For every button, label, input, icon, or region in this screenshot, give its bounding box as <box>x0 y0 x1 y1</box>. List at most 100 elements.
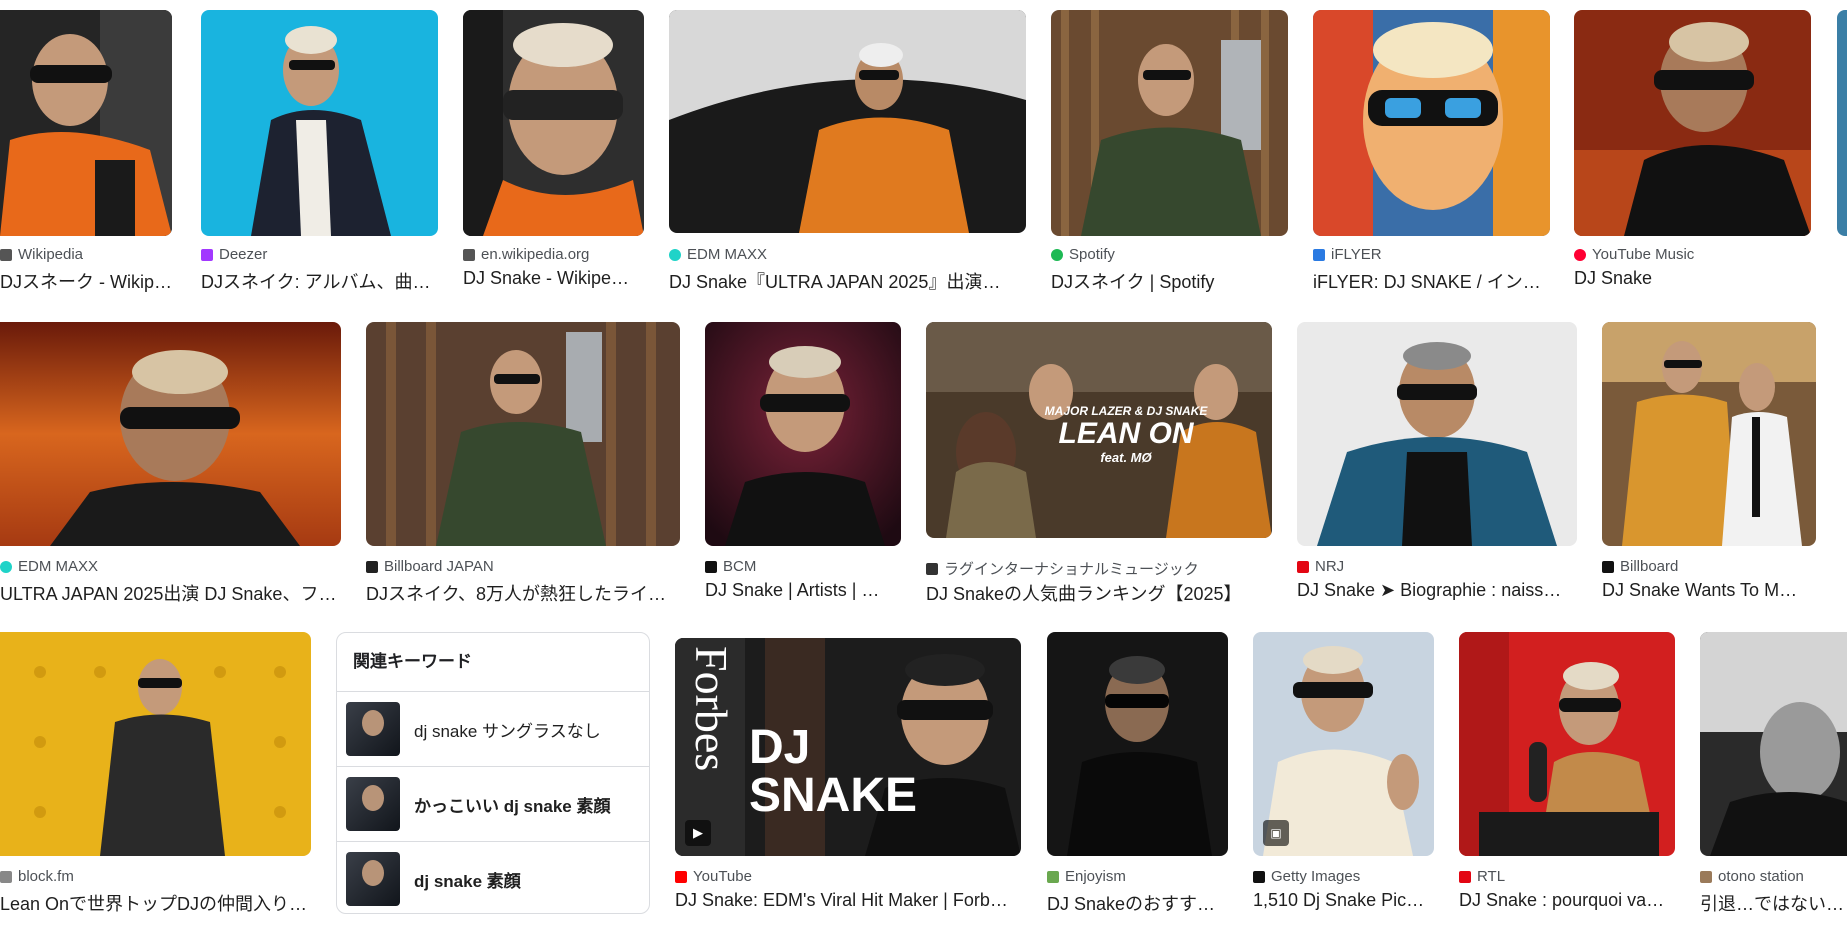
play-icon[interactable]: ▶ <box>685 820 711 846</box>
result-source: Wikipedia <box>0 246 83 263</box>
result-title[interactable]: DJ Snake : pourquoi va… <box>1459 890 1675 911</box>
result-title[interactable]: DJ Snake: EDM's Viral Hit Maker | Forb… <box>675 890 1021 911</box>
block-fm-icon <box>0 870 12 883</box>
result-title[interactable]: iFLYER: DJ SNAKE / イン… <box>1313 268 1550 294</box>
result-tile[interactable]: en.wikipedia.org DJ Snake - Wikipe… <box>463 10 644 300</box>
bcm-icon <box>705 560 717 573</box>
result-source: otono station <box>1700 868 1804 885</box>
result-thumbnail[interactable] <box>1047 632 1228 856</box>
result-title[interactable]: ULTRA JAPAN 2025出演 DJ Snake、フ… <box>0 580 341 606</box>
result-title[interactable]: DJ Snake『ULTRA JAPAN 2025』出演… <box>669 268 1026 294</box>
result-title[interactable]: Lean Onで世界トップDJの仲間入り… <box>0 890 311 916</box>
result-thumbnail[interactable] <box>1459 632 1675 856</box>
result-title[interactable]: DJスネーク - Wikip… <box>0 268 172 294</box>
result-tile-partial[interactable] <box>1837 10 1847 236</box>
result-source: block.fm <box>0 868 74 885</box>
result-tile[interactable]: RTL DJ Snake : pourquoi va… <box>1459 632 1675 922</box>
related-keyword-thumbnail <box>346 852 400 906</box>
result-source: iFLYER <box>1313 246 1382 263</box>
result-source: BCM <box>705 558 756 575</box>
result-title[interactable]: DJ Snake | Artists | … <box>705 580 901 601</box>
result-source: NRJ <box>1297 558 1344 575</box>
result-title[interactable]: 1,510 Dj Snake Pic… <box>1253 890 1434 911</box>
result-thumbnail[interactable] <box>1574 10 1811 236</box>
result-title[interactable]: DJ Snake <box>1574 268 1811 289</box>
related-keyword-label: かっこいい dj snake 素顔 <box>414 796 611 816</box>
result-thumbnail[interactable] <box>1837 10 1847 236</box>
billboard-icon <box>1602 560 1614 573</box>
result-tile[interactable]: NRJ DJ Snake ➤ Biographie : naiss… <box>1297 322 1577 612</box>
related-keyword-thumbnail <box>346 777 400 831</box>
edm-maxx-icon <box>669 248 681 261</box>
result-tile[interactable]: YouTube Music DJ Snake <box>1574 10 1811 300</box>
result-tile[interactable]: MAJOR LAZER & DJ SNAKE LEAN ON feat. MØ … <box>926 322 1272 612</box>
wikipedia-icon <box>463 248 475 261</box>
otono-station-icon <box>1700 870 1712 883</box>
result-tile[interactable]: Billboard JAPAN DJスネイク、8万人が熱狂したライ… <box>366 322 680 612</box>
result-source: Billboard <box>1602 558 1678 575</box>
nrj-icon <box>1297 560 1309 573</box>
getty-images-icon <box>1253 870 1265 883</box>
result-tile[interactable]: Wikipedia DJスネーク - Wikip… <box>0 10 172 300</box>
result-title[interactable]: DJスネイク、8万人が熱狂したライ… <box>366 580 680 606</box>
result-title[interactable]: DJスネイク | Spotify <box>1051 268 1288 294</box>
result-thumbnail[interactable] <box>1602 322 1816 546</box>
rtl-icon <box>1459 870 1471 883</box>
result-thumbnail[interactable] <box>366 322 680 546</box>
result-thumbnail[interactable] <box>1297 322 1577 546</box>
result-title[interactable]: 引退…ではない?!… <box>1700 890 1847 916</box>
result-source: en.wikipedia.org <box>463 246 589 263</box>
result-tile[interactable]: otono station 引退…ではない?!… <box>1700 632 1847 922</box>
result-thumbnail[interactable]: MAJOR LAZER & DJ SNAKE LEAN ON feat. MØ <box>926 322 1272 538</box>
result-tile[interactable]: Billboard DJ Snake Wants To M… <box>1602 322 1816 612</box>
deezer-icon <box>201 248 213 261</box>
related-keywords-heading: 関連キーワード <box>337 633 649 692</box>
video-title-overlay: MAJOR LAZER & DJ SNAKE LEAN ON feat. MØ <box>1044 404 1208 465</box>
result-tile[interactable]: BCM DJ Snake | Artists | … <box>705 322 901 612</box>
result-thumbnail[interactable] <box>0 322 341 546</box>
image-gallery-icon[interactable]: ▣ <box>1263 820 1289 846</box>
result-tile[interactable]: EDM MAXX DJ Snake『ULTRA JAPAN 2025』出演… <box>669 10 1026 300</box>
result-tile[interactable]: Enjoyism DJ Snakeのおすす… <box>1047 632 1228 922</box>
result-tile[interactable]: iFLYER iFLYER: DJ SNAKE / イン… <box>1313 10 1550 300</box>
rag-music-icon <box>926 562 938 575</box>
result-source: Enjoyism <box>1047 868 1126 885</box>
result-thumbnail[interactable]: Forbes DJ SNAKE ▶ <box>675 638 1021 856</box>
result-title[interactable]: DJ Snake - Wikipe… <box>463 268 644 289</box>
result-tile[interactable]: Forbes DJ SNAKE ▶ YouTube DJ Snake: EDM'… <box>675 632 1021 922</box>
result-thumbnail[interactable] <box>1313 10 1550 236</box>
related-keyword-item[interactable]: dj snake サングラスなし <box>337 692 649 767</box>
related-keywords-panel: 関連キーワード dj snake サングラスなし かっこいい dj snake … <box>336 632 650 914</box>
result-thumbnail[interactable] <box>1051 10 1288 236</box>
result-thumbnail[interactable] <box>0 632 311 856</box>
forbes-logo: Forbes <box>686 646 737 772</box>
result-source: YouTube <box>675 868 752 885</box>
result-source: EDM MAXX <box>669 246 767 263</box>
result-tile[interactable]: block.fm Lean Onで世界トップDJの仲間入り… <box>0 632 311 922</box>
result-title[interactable]: DJスネイク: アルバム、曲… <box>201 268 438 294</box>
result-title[interactable]: DJ Snake Wants To M… <box>1602 580 1816 601</box>
related-keyword-item[interactable]: dj snake 素顔 <box>337 842 649 913</box>
result-thumbnail[interactable]: ▣ <box>1253 632 1434 856</box>
result-title[interactable]: DJ Snake ➤ Biographie : naiss… <box>1297 580 1577 601</box>
result-thumbnail[interactable] <box>1700 632 1847 856</box>
result-thumbnail[interactable] <box>669 10 1026 233</box>
related-keyword-thumbnail <box>346 702 400 756</box>
video-title-overlay: DJ SNAKE <box>749 721 918 822</box>
result-tile[interactable]: ▣ Getty Images 1,510 Dj Snake Pic… <box>1253 632 1434 922</box>
result-source: Billboard JAPAN <box>366 558 494 575</box>
result-thumbnail[interactable] <box>463 10 644 236</box>
related-keyword-item[interactable]: かっこいい dj snake 素顔 <box>337 767 649 842</box>
result-tile[interactable]: Deezer DJスネイク: アルバム、曲… <box>201 10 438 300</box>
result-title[interactable]: DJ Snakeの人気曲ランキング【2025】 <box>926 580 1272 606</box>
result-tile[interactable]: Spotify DJスネイク | Spotify <box>1051 10 1288 300</box>
wikipedia-icon <box>0 248 12 261</box>
result-thumbnail[interactable] <box>201 10 438 236</box>
edm-maxx-icon <box>0 560 12 573</box>
billboard-japan-icon <box>366 560 378 573</box>
result-thumbnail[interactable] <box>705 322 901 546</box>
result-title[interactable]: DJ Snakeのおすす… <box>1047 890 1228 916</box>
result-tile[interactable]: EDM MAXX ULTRA JAPAN 2025出演 DJ Snake、フ… <box>0 322 341 612</box>
result-thumbnail[interactable] <box>0 10 172 236</box>
iflyer-icon <box>1313 248 1325 261</box>
